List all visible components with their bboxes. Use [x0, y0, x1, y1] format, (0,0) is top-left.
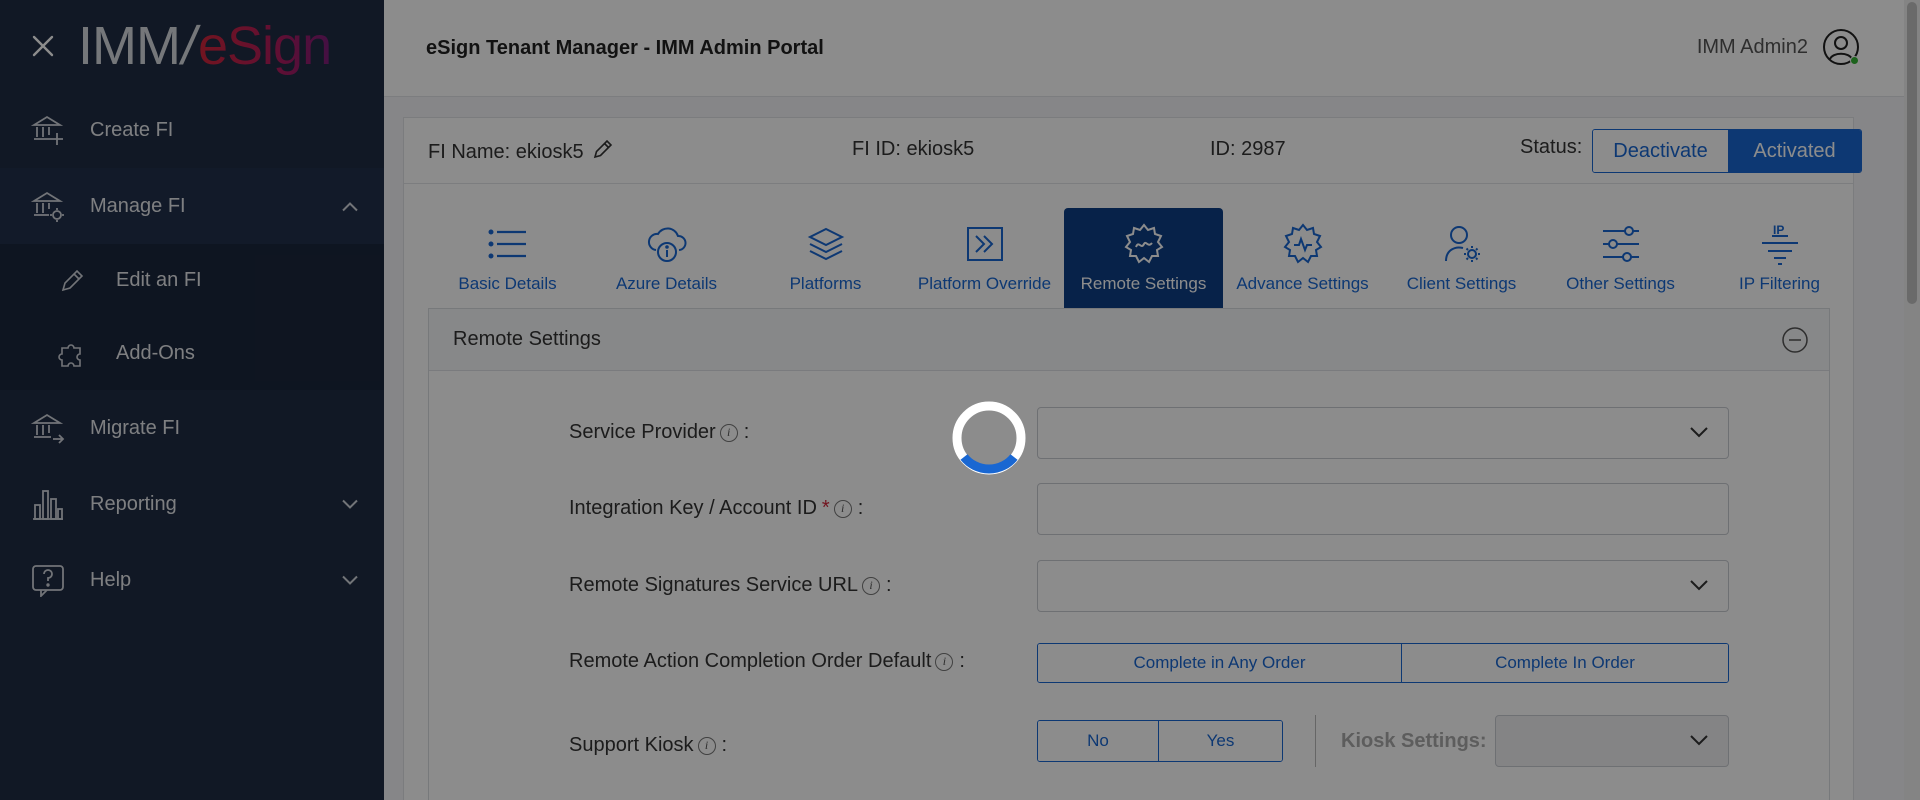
loading-spinner-icon	[951, 400, 1027, 476]
